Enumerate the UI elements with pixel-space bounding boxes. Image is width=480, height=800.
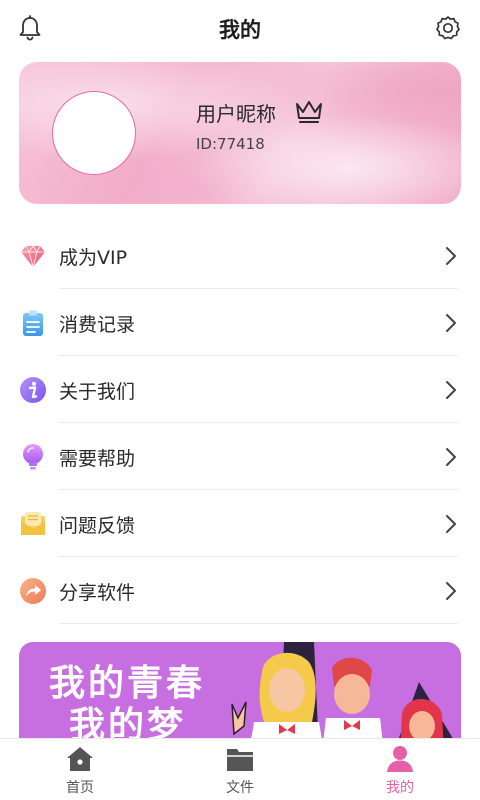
diamond-icon bbox=[21, 245, 45, 268]
tab-me[interactable]: 我的 bbox=[320, 739, 480, 800]
chevron-right-icon bbox=[446, 515, 456, 533]
menu-item-label: 需要帮助 bbox=[59, 448, 136, 470]
clipboard-icon bbox=[23, 310, 43, 336]
page-title: 我的 bbox=[219, 18, 261, 42]
chevron-right-icon bbox=[446, 247, 456, 265]
person-icon bbox=[387, 746, 413, 772]
menu-item-purchase-history[interactable]: 消费记录 bbox=[0, 289, 480, 356]
menu-item-label: 问题反馈 bbox=[59, 515, 136, 537]
profile-page: 我的 用户昵称 ID:77418 成为VIP 消费记录 关于我们 需要帮助 问题… bbox=[0, 0, 480, 800]
promo-banner[interactable]: 我的青春 我的梦 bbox=[19, 642, 461, 752]
menu-item-feedback[interactable]: 问题反馈 bbox=[0, 490, 480, 557]
user-id: ID:77418 bbox=[196, 135, 265, 153]
tab-label: 首页 bbox=[66, 780, 94, 796]
settings-menu: 成为VIP 消费记录 关于我们 需要帮助 问题反馈 分享软件 bbox=[0, 222, 480, 624]
menu-item-about-us[interactable]: 关于我们 bbox=[0, 356, 480, 423]
profile-card[interactable]: 用户昵称 ID:77418 bbox=[19, 62, 461, 204]
avatar[interactable] bbox=[52, 91, 136, 175]
tab-files[interactable]: 文件 bbox=[160, 739, 320, 800]
lightbulb-icon bbox=[23, 444, 43, 470]
menu-item-label: 成为VIP bbox=[59, 247, 128, 269]
menu-item-share-app[interactable]: 分享软件 bbox=[0, 557, 480, 624]
tab-label: 我的 bbox=[386, 780, 414, 796]
menu-item-label: 分享软件 bbox=[59, 582, 136, 604]
menu-item-vip[interactable]: 成为VIP bbox=[0, 222, 480, 289]
chevron-right-icon bbox=[446, 314, 456, 332]
envelope-icon bbox=[21, 512, 45, 535]
share-icon bbox=[20, 578, 46, 604]
banner-illustration bbox=[231, 642, 461, 752]
user-nickname: 用户昵称 bbox=[196, 102, 276, 126]
folder-icon bbox=[227, 749, 253, 771]
gear-icon[interactable] bbox=[434, 14, 462, 42]
divider bbox=[59, 623, 458, 624]
bottom-navigation: 首页 文件 我的 bbox=[0, 738, 480, 800]
menu-item-label: 关于我们 bbox=[59, 381, 136, 403]
tab-label: 文件 bbox=[226, 780, 254, 796]
chevron-right-icon bbox=[446, 448, 456, 466]
home-icon bbox=[67, 747, 93, 771]
menu-item-help[interactable]: 需要帮助 bbox=[0, 423, 480, 490]
chevron-right-icon bbox=[446, 381, 456, 399]
tab-home[interactable]: 首页 bbox=[0, 739, 160, 800]
info-icon bbox=[20, 377, 46, 403]
crown-icon bbox=[296, 101, 322, 123]
top-bar: 我的 bbox=[0, 0, 480, 58]
chevron-right-icon bbox=[446, 582, 456, 600]
menu-item-label: 消费记录 bbox=[59, 314, 136, 336]
